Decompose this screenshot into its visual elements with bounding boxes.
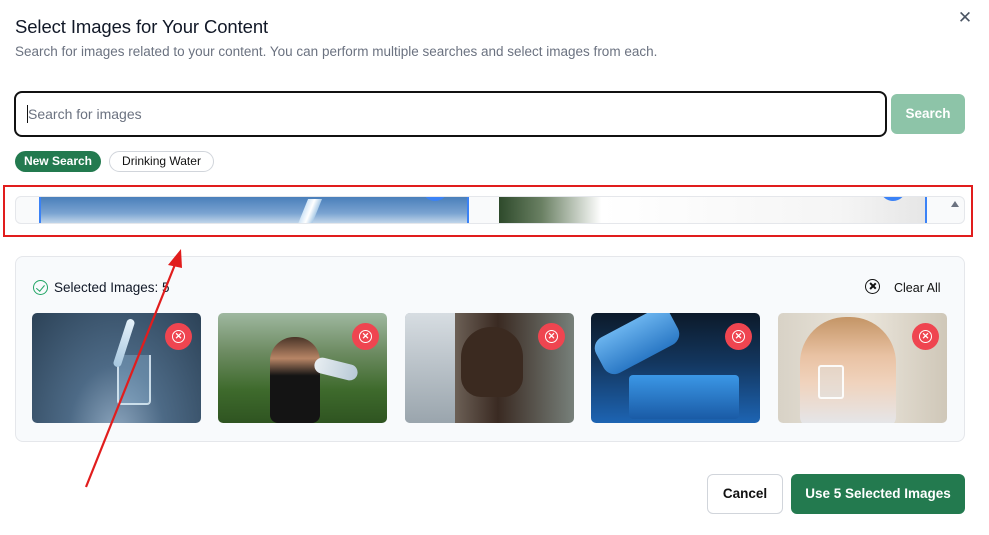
remove-image-button[interactable]: ✕: [165, 323, 192, 350]
search-input[interactable]: [14, 91, 887, 137]
remove-image-button[interactable]: ✕: [538, 323, 565, 350]
use-selected-images-button[interactable]: Use 5 Selected Images: [791, 474, 965, 514]
x-circle-icon: ✕: [174, 331, 183, 341]
search-history-chip[interactable]: Drinking Water: [109, 151, 214, 172]
clear-all-button[interactable]: Clear All: [894, 281, 941, 295]
x-circle-icon: ✕: [734, 331, 743, 341]
dialog-title: Select Images for Your Content: [15, 16, 269, 37]
remove-image-button[interactable]: ✕: [352, 323, 379, 350]
x-circle-icon: ✕: [921, 331, 930, 341]
check-circle-icon: [33, 280, 48, 295]
selected-images-count: Selected Images: 5: [54, 280, 170, 295]
cancel-button[interactable]: Cancel: [707, 474, 783, 514]
annotation-highlight-box: [3, 185, 973, 237]
new-search-chip[interactable]: New Search: [15, 151, 101, 172]
text-caret: [27, 105, 28, 123]
close-icon[interactable]: ✕: [955, 8, 975, 28]
remove-image-button[interactable]: ✕: [725, 323, 752, 350]
x-circle-icon: ✕: [547, 331, 556, 341]
x-circle-icon: ✕: [361, 331, 370, 341]
remove-image-button[interactable]: ✕: [912, 323, 939, 350]
dialog-subtitle: Search for images related to your conten…: [15, 44, 658, 59]
clear-all-icon[interactable]: [865, 279, 880, 294]
search-button[interactable]: Search: [891, 94, 965, 134]
